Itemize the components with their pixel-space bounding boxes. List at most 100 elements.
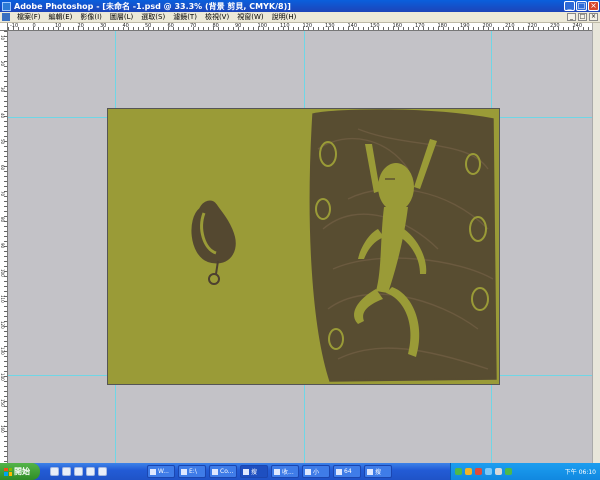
vertical-scrollbar[interactable]	[592, 23, 600, 463]
vertical-ruler[interactable]: 10 20 30 40 50 60 70 80 90 100 110 120 130 140 150 160	[0, 31, 8, 463]
ruler-tick-label: 110	[0, 295, 5, 303]
ruler-tick-label: 90	[0, 243, 5, 249]
menu-layer[interactable]: 圖層(L)	[106, 12, 137, 22]
ruler-tick-label: 220	[527, 23, 538, 29]
system-tray: 下午 06:10	[450, 463, 600, 480]
quick-launch	[50, 467, 107, 476]
clock: 下午 06:10	[564, 469, 596, 476]
ruler-tick-label: 80	[212, 23, 219, 29]
document-artwork[interactable]	[107, 108, 500, 385]
maximize-button[interactable]: □	[576, 1, 587, 11]
ruler-tick-label: 150	[370, 23, 380, 29]
ruler-tick-label: 130	[0, 347, 5, 355]
tray-icon[interactable]	[495, 468, 502, 475]
canvas-area[interactable]	[8, 31, 592, 463]
doc-close-button[interactable]: ×	[589, 13, 598, 21]
ruler-tick-label: 170	[415, 23, 425, 29]
task-icon	[212, 468, 218, 475]
window-title: Adobe Photoshop - [未命名 -1.psd @ 33.3% (背…	[14, 1, 291, 11]
ruler-tick-label: 190	[460, 23, 470, 29]
ruler-tick-label: -10	[10, 23, 19, 29]
close-button[interactable]: ×	[588, 1, 599, 11]
quick-launch-icon[interactable]	[62, 467, 71, 476]
ruler-tick-label: 120	[302, 23, 313, 29]
ruler-origin[interactable]	[0, 23, 8, 31]
start-label: 開始	[14, 467, 30, 476]
horizontal-ruler[interactable]: -10 0 10 20 30 40 50 60 70 80 90 100 110 120 130 140 150…	[8, 23, 592, 31]
ruler-tick-label: 210	[505, 23, 515, 29]
task-label: Co...	[220, 468, 234, 475]
ruler-tick-label: 10	[55, 23, 62, 29]
taskbar-button[interactable]: 小	[302, 465, 330, 478]
ruler-tick-label: 30	[100, 23, 107, 29]
menu-view[interactable]: 檢視(V)	[201, 12, 233, 22]
ruler-tick-label: 120	[0, 321, 5, 329]
task-label: W...	[158, 468, 169, 475]
task-icon	[274, 468, 280, 475]
tray-icon[interactable]	[455, 468, 462, 475]
quick-launch-icon[interactable]	[98, 467, 107, 476]
ruler-tick-label: 70	[0, 191, 5, 197]
title-bar: Adobe Photoshop - [未命名 -1.psd @ 33.3% (背…	[0, 0, 600, 12]
task-label: 搜	[251, 469, 258, 476]
ruler-tick-label: 100	[257, 23, 268, 29]
doc-restore-button[interactable]: □	[578, 13, 587, 21]
task-label: 收...	[282, 469, 294, 476]
document-icon[interactable]	[2, 13, 10, 21]
quick-launch-icon[interactable]	[86, 467, 95, 476]
menu-edit[interactable]: 編輯(E)	[45, 12, 77, 22]
scribble-figure	[309, 109, 497, 382]
taskbar-button[interactable]: E:\	[178, 465, 206, 478]
taskbar-button[interactable]: Co...	[209, 465, 237, 478]
taskbar: 開始 W... E:\ Co... 搜 收... 小 64 搜 下午 06:10	[0, 463, 600, 480]
tray-icon[interactable]	[505, 468, 512, 475]
ruler-tick-label: 240	[572, 23, 583, 29]
menu-select[interactable]: 選取(S)	[137, 12, 169, 22]
ruler-tick-label: 180	[437, 23, 448, 29]
ruler-tick-label: 130	[325, 23, 335, 29]
ruler-tick-label: 20	[77, 23, 84, 29]
task-icon	[150, 468, 156, 475]
ruler-tick-label: 230	[550, 23, 560, 29]
ruler-tick-label: 50	[145, 23, 152, 29]
menu-filter[interactable]: 濾鏡(T)	[169, 12, 201, 22]
task-label: 小	[313, 469, 320, 476]
tray-icon[interactable]	[465, 468, 472, 475]
task-icon	[367, 468, 373, 475]
taskbar-button-active[interactable]: 搜	[240, 465, 268, 478]
task-icon	[336, 468, 342, 475]
ruler-tick-label: 30	[0, 87, 5, 93]
task-icon	[305, 468, 311, 475]
tray-icon[interactable]	[475, 468, 482, 475]
menu-bar: 檔案(F) 編輯(E) 影像(I) 圖層(L) 選取(S) 濾鏡(T) 檢視(V…	[0, 12, 600, 23]
ruler-tick-label: 50	[0, 139, 5, 145]
menu-help[interactable]: 說明(H)	[268, 12, 301, 22]
menu-window[interactable]: 視窗(W)	[233, 12, 267, 22]
tray-icon[interactable]	[485, 468, 492, 475]
artwork-illustration	[191, 109, 497, 382]
quick-launch-icon[interactable]	[50, 467, 59, 476]
ruler-tick-label: 70	[190, 23, 197, 29]
quick-launch-icon[interactable]	[74, 467, 83, 476]
menu-image[interactable]: 影像(I)	[76, 12, 106, 22]
minimize-button[interactable]: _	[564, 1, 575, 11]
task-label: E:\	[189, 468, 197, 475]
doc-minimize-button[interactable]: _	[567, 13, 576, 21]
ruler-tick-label: 90	[235, 23, 242, 29]
ruler-tick-label: 60	[167, 23, 174, 29]
ruler-tick-label: 80	[0, 217, 5, 223]
taskbar-button[interactable]: 64	[333, 465, 361, 478]
task-icon	[243, 468, 249, 475]
menu-file[interactable]: 檔案(F)	[13, 12, 45, 22]
windows-flag-icon	[4, 467, 12, 476]
taskbar-button[interactable]: 收...	[271, 465, 299, 478]
ruler-tick-label: 40	[0, 113, 5, 119]
taskbar-button[interactable]: 搜	[364, 465, 392, 478]
start-button[interactable]: 開始	[0, 463, 40, 480]
photoshop-app-icon[interactable]	[2, 1, 11, 11]
ruler-tick-label: 160	[0, 425, 5, 433]
ruler-tick-label: 160	[392, 23, 403, 29]
ruler-tick-label: 150	[0, 399, 5, 407]
task-icon	[181, 468, 187, 475]
taskbar-button[interactable]: W...	[147, 465, 175, 478]
